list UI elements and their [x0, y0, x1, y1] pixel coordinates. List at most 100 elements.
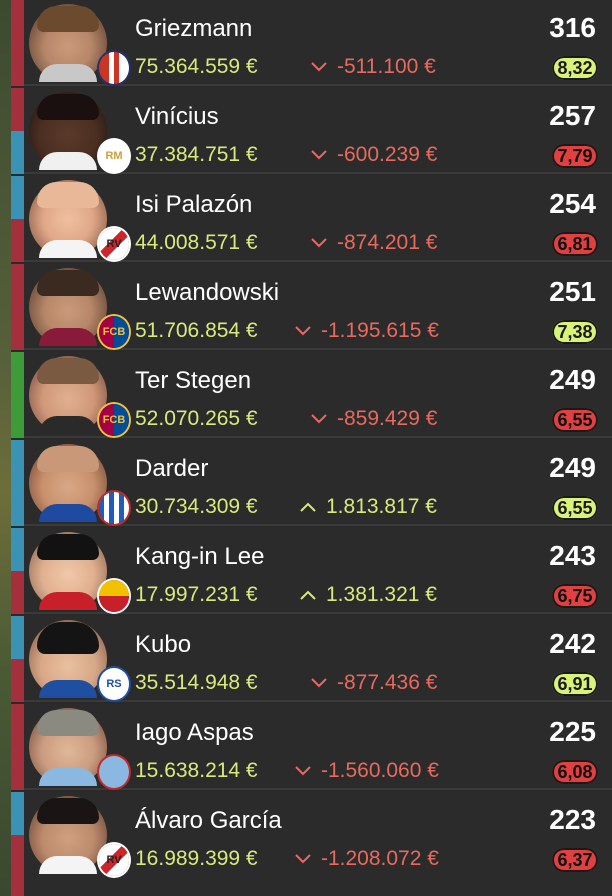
player-name: Kubo	[135, 631, 192, 658]
average-score-badge: 8,32	[552, 56, 598, 80]
average-score-badge: 6,08	[552, 760, 598, 784]
average-score: 7,38	[557, 321, 593, 342]
barcelona-crest-icon: FCB	[99, 404, 129, 436]
value-change: 1.381.321 €	[300, 583, 437, 607]
value-change-amount: -859.429 €	[337, 407, 438, 430]
total-points: 243	[549, 540, 596, 571]
player-row[interactable]: RV Isi Palazón 44.008.571 € -874.201 € 2…	[11, 176, 612, 262]
chevron-down-icon	[311, 678, 327, 688]
market-value: 17.997.231 €	[135, 583, 258, 606]
total-points: 257	[549, 100, 596, 131]
value-change-amount: -1.195.615 €	[321, 319, 439, 342]
player-ranking-list: Griezmann 75.364.559 € -511.100 € 316 8,…	[11, 0, 612, 896]
player-row[interactable]: RS Kubo 35.514.948 € -877.436 € 242 6,91	[11, 616, 612, 702]
average-score-badge: 6,91	[552, 672, 598, 696]
player-name: Ter Stegen	[135, 367, 252, 394]
player-row[interactable]: Kang-in Lee 17.997.231 € 1.381.321 € 243…	[11, 528, 612, 614]
total-points: 242	[549, 628, 596, 659]
player-name: Álvaro García	[135, 807, 282, 834]
barcelona-crest-icon: FCB	[99, 316, 129, 348]
position-bar	[11, 616, 24, 702]
position-bar	[11, 176, 24, 262]
mallorca-crest-icon	[99, 580, 129, 612]
chevron-down-icon	[295, 326, 311, 336]
total-points: 223	[549, 804, 596, 835]
average-score: 6,55	[557, 497, 593, 518]
player-row[interactable]: Griezmann 75.364.559 € -511.100 € 316 8,…	[11, 0, 612, 86]
player-row[interactable]: FCB Ter Stegen 52.070.265 € -859.429 € 2…	[11, 352, 612, 438]
total-points: 249	[549, 452, 596, 483]
market-value: 35.514.948 €	[135, 671, 258, 694]
chevron-down-icon	[311, 414, 327, 424]
player-avatar	[29, 532, 129, 612]
value-change: -859.429 €	[311, 407, 437, 431]
player-name: Vinícius	[135, 103, 219, 130]
market-value: 15.638.214 €	[135, 759, 258, 782]
average-score: 6,91	[557, 673, 593, 694]
average-score-badge: 7,79	[552, 144, 598, 168]
market-value: 30.734.309 €	[135, 495, 258, 518]
average-score: 6,81	[557, 233, 593, 254]
player-row[interactable]: RM Vinícius 37.384.751 € -600.239 € 257 …	[11, 88, 612, 174]
value-change: -877.436 €	[311, 671, 437, 695]
position-bar	[11, 704, 24, 790]
chevron-down-icon	[311, 62, 327, 72]
player-row[interactable]: RV Álvaro García 16.989.399 € -1.208.072…	[11, 792, 612, 896]
market-value: 75.364.559 €	[135, 55, 258, 78]
value-change-amount: -511.100 €	[337, 55, 436, 78]
average-score-badge: 6,37	[552, 848, 598, 872]
value-change-amount: -1.560.060 €	[321, 759, 439, 782]
position-bar	[11, 528, 24, 614]
chevron-up-icon	[300, 590, 316, 600]
value-change: -1.195.615 €	[295, 319, 439, 343]
espanyol-crest-icon	[99, 492, 129, 524]
value-change: -1.208.072 €	[295, 847, 439, 871]
value-change-amount: 1.813.817 €	[326, 495, 437, 518]
player-row[interactable]: FCB Lewandowski 51.706.854 € -1.195.615 …	[11, 264, 612, 350]
average-score-badge: 7,38	[552, 320, 598, 344]
average-score-badge: 6,55	[552, 496, 598, 520]
value-change-amount: -874.201 €	[337, 231, 438, 254]
player-row[interactable]: Iago Aspas 15.638.214 € -1.560.060 € 225…	[11, 704, 612, 790]
background-edge	[0, 0, 11, 896]
average-score: 8,32	[557, 57, 593, 78]
position-bar	[11, 0, 24, 86]
average-score: 7,79	[557, 145, 593, 166]
average-score-badge: 6,81	[552, 232, 598, 256]
value-change: -1.560.060 €	[295, 759, 439, 783]
chevron-down-icon	[311, 150, 327, 160]
market-value: 16.989.399 €	[135, 847, 258, 870]
player-name: Kang-in Lee	[135, 543, 265, 570]
player-avatar: FCB	[29, 356, 129, 436]
real-madrid-crest-icon: RM	[99, 140, 129, 172]
player-name: Iago Aspas	[135, 719, 254, 746]
total-points: 316	[549, 12, 596, 43]
average-score: 6,55	[557, 409, 593, 430]
player-name: Lewandowski	[135, 279, 280, 306]
market-value: 51.706.854 €	[135, 319, 258, 342]
total-points: 254	[549, 188, 596, 219]
position-bar	[11, 440, 24, 526]
average-score: 6,75	[557, 585, 593, 606]
position-bar	[11, 352, 24, 438]
value-change-amount: 1.381.321 €	[326, 583, 437, 606]
position-bar	[11, 264, 24, 350]
total-points: 251	[549, 276, 596, 307]
value-change-amount: -600.239 €	[337, 143, 438, 166]
player-avatar: FCB	[29, 268, 129, 348]
real-sociedad-crest-icon: RS	[99, 668, 129, 700]
average-score-badge: 6,55	[552, 408, 598, 432]
chevron-down-icon	[295, 766, 311, 776]
position-bar	[11, 88, 24, 174]
rayo-vallecano-crest-icon: RV	[99, 844, 129, 876]
value-change-amount: -1.208.072 €	[321, 847, 439, 870]
celta-crest-icon	[99, 756, 129, 788]
atletico-crest-icon	[99, 52, 129, 84]
player-avatar: RV	[29, 796, 129, 876]
player-name: Isi Palazón	[135, 191, 253, 218]
value-change-amount: -877.436 €	[337, 671, 438, 694]
average-score: 6,37	[557, 849, 593, 870]
player-row[interactable]: Darder 30.734.309 € 1.813.817 € 249 6,55	[11, 440, 612, 526]
player-avatar: RM	[29, 92, 129, 172]
average-score: 6,08	[557, 761, 593, 782]
